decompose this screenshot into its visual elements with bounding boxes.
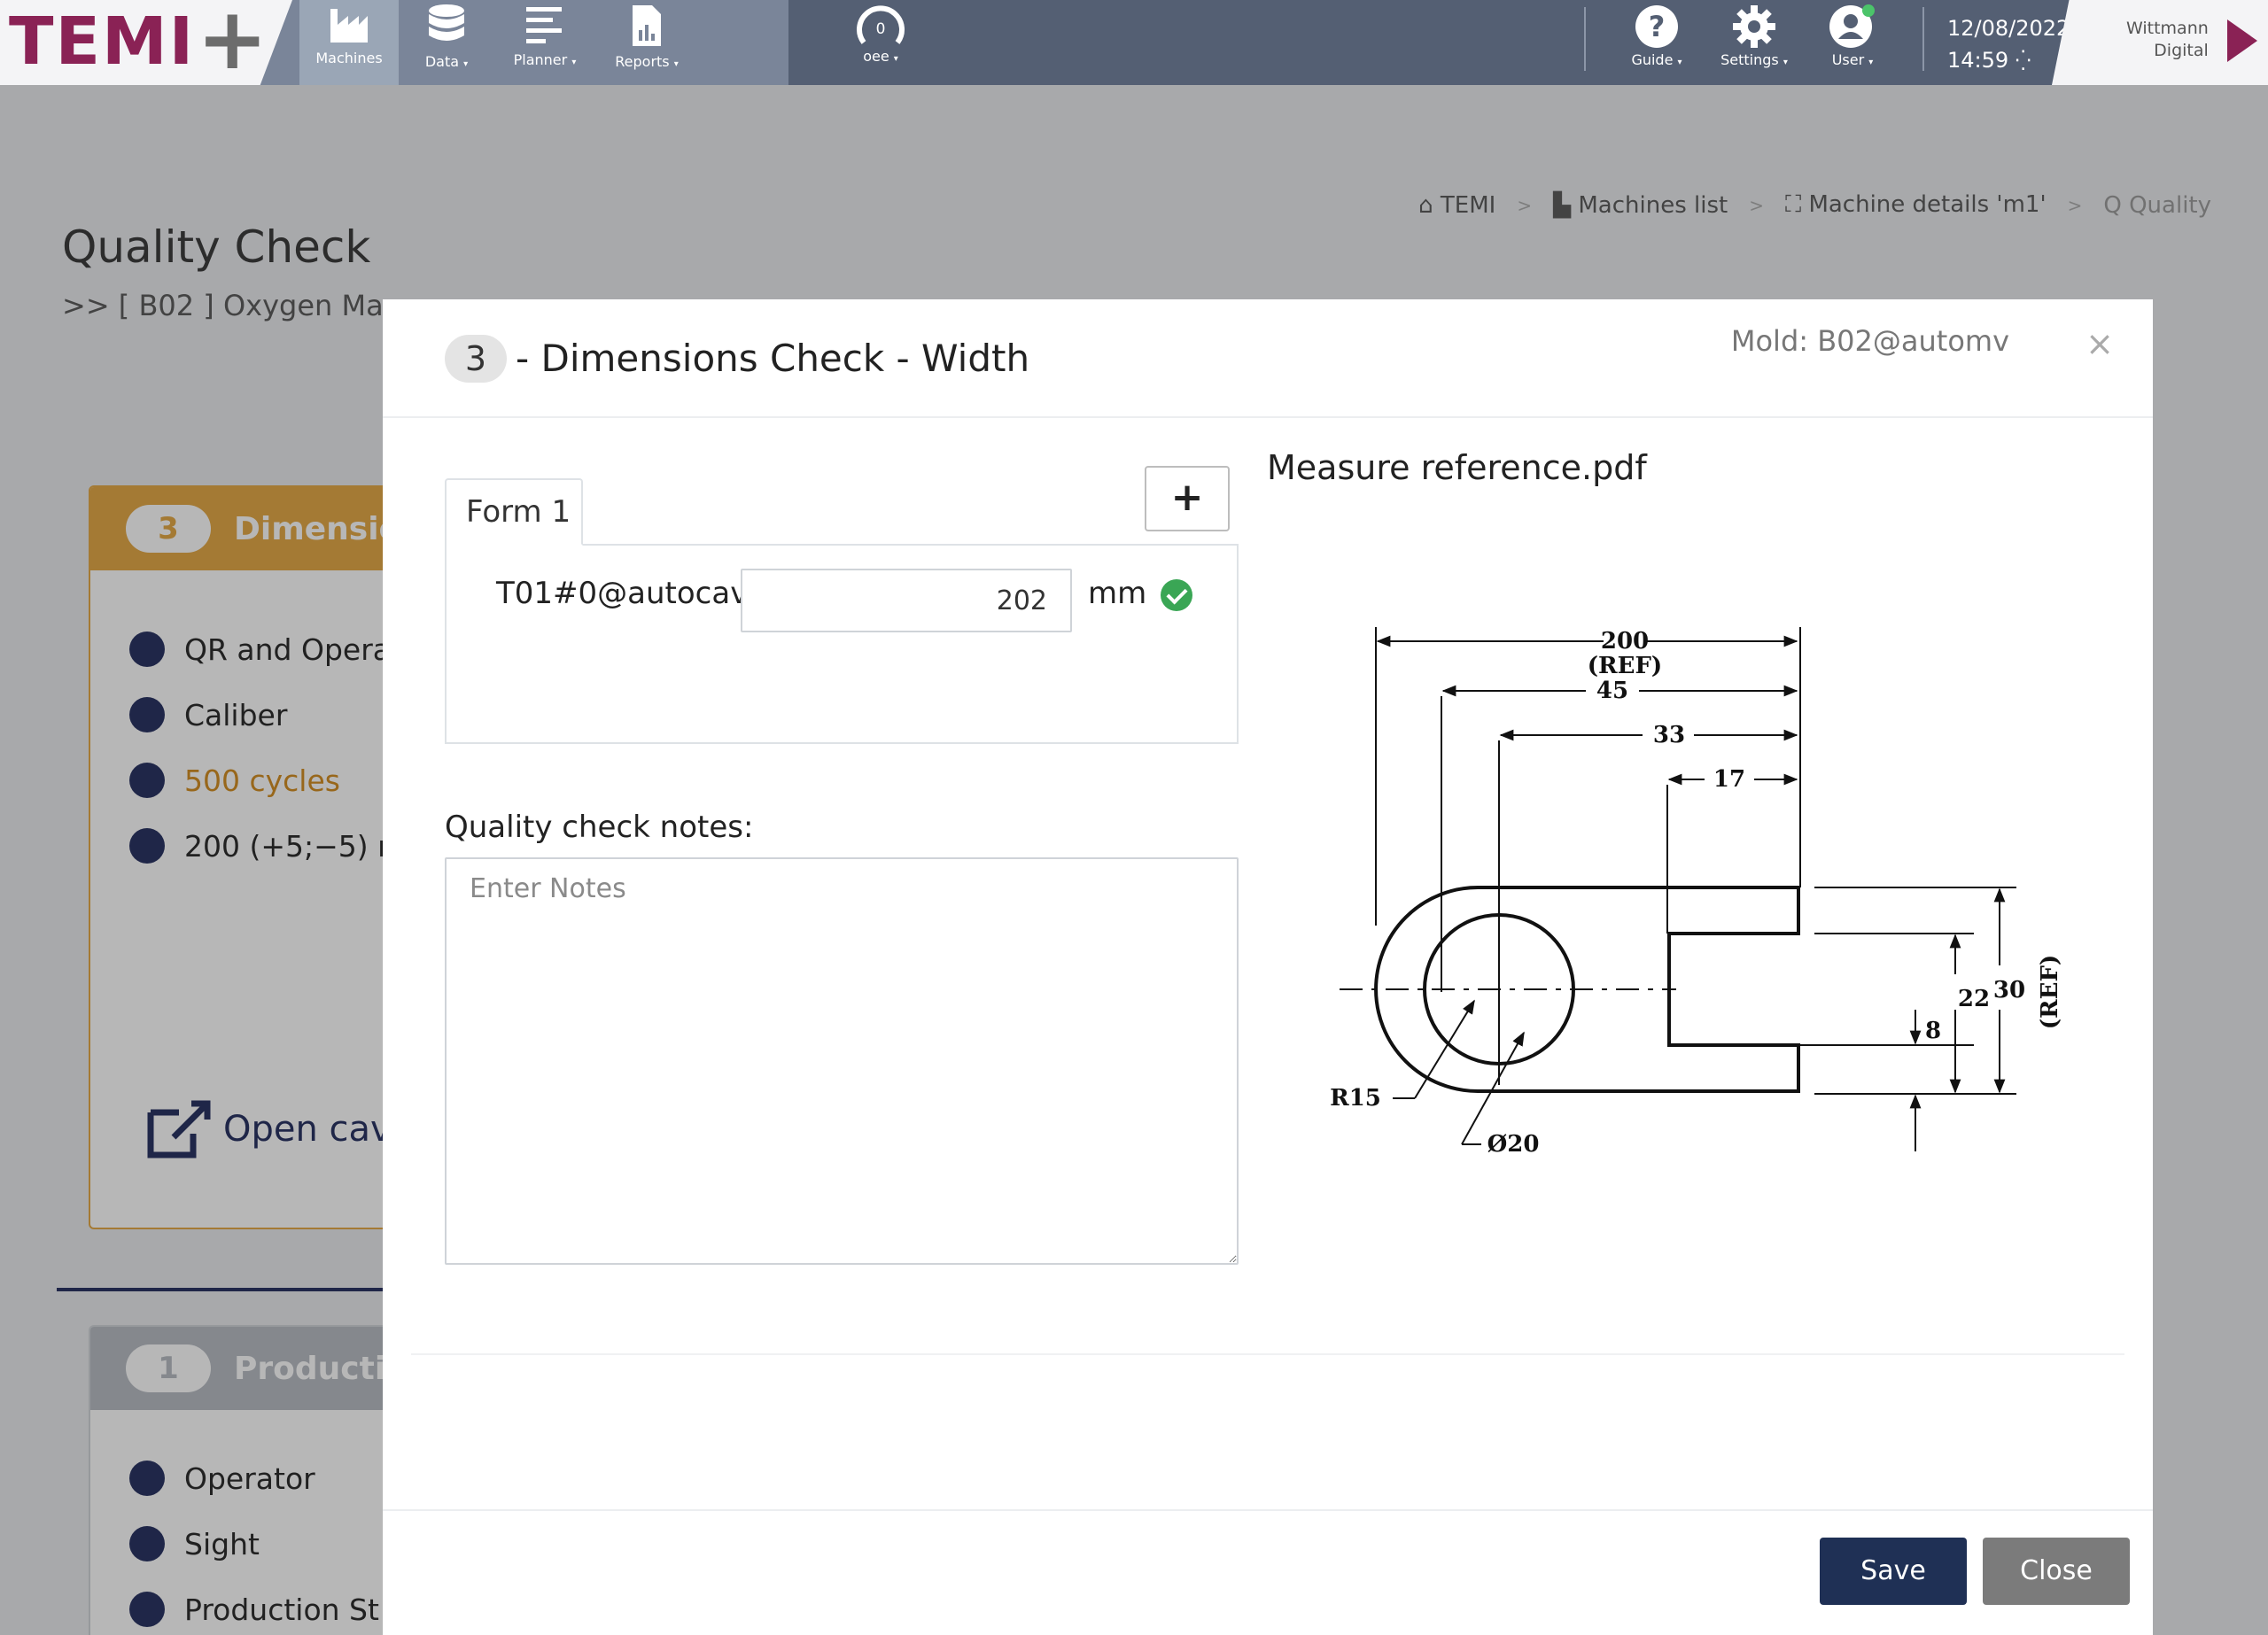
wittmann-text: Wittmann Digital: [2126, 18, 2209, 62]
report-file-icon: [633, 5, 661, 46]
measure-reference-drawing: 200 (REF) 45 33 17 30 22 8 R15 Ø20 (REF): [1330, 627, 2063, 1158]
datetime-display: 12/08/2022 14:59 ⁛: [1947, 12, 2070, 78]
nav-data[interactable]: Data ▾: [408, 0, 485, 85]
dim-45: 45: [1596, 678, 1628, 704]
nav-data-label: Data: [424, 53, 460, 70]
navbar-divider: [1584, 7, 1586, 71]
notes-label: Quality check notes:: [445, 810, 754, 845]
cavity-field-label: T01#0@autocav: [496, 576, 749, 611]
footer-divider: [383, 1509, 2153, 1511]
dim-dia20: Ø20: [1487, 1131, 1540, 1158]
oee-gauge-icon: 0: [857, 5, 905, 44]
dim-17: 17: [1713, 766, 1745, 793]
nav-user-label: User: [1831, 51, 1865, 68]
save-button[interactable]: Save: [1820, 1538, 1967, 1605]
nav-planner-label: Planner: [513, 51, 568, 68]
check-circle-icon: [1161, 579, 1192, 611]
logo-plus-icon: +: [197, 0, 268, 89]
close-icon[interactable]: ×: [2085, 326, 2114, 361]
nav-guide[interactable]: ? Guide ▾: [1623, 0, 1690, 85]
step-number-badge: 3: [445, 335, 507, 383]
form-tabs: Form 1 +: [445, 466, 1239, 546]
current-date: 12/08/2022: [1947, 16, 2070, 41]
nav-reports-label: Reports: [615, 53, 670, 70]
nav-reports[interactable]: Reports ▾: [604, 0, 689, 85]
pdf-title[interactable]: Measure reference.pdf: [1267, 448, 1647, 487]
caret-down-icon: ▾: [1783, 58, 1788, 67]
svg-text:?: ?: [1649, 10, 1666, 43]
wittmann-line1: Wittmann: [2126, 19, 2209, 38]
nav-planner[interactable]: Planner ▾: [503, 0, 586, 85]
nav-user[interactable]: User ▾: [1818, 0, 1887, 85]
tab-form-1[interactable]: Form 1: [445, 478, 583, 546]
modal-header: 3 - Dimensions Check - Width Mold: B02@a…: [383, 299, 2153, 418]
loading-spinner-icon: ⁛: [2015, 50, 2031, 73]
caret-down-icon: ▾: [673, 59, 679, 69]
dim-22: 22: [1958, 986, 1990, 1012]
mold-label: Mold: B02@automv: [1730, 324, 2009, 358]
nav-guide-label: Guide: [1631, 51, 1674, 68]
navbar-divider: [1922, 7, 1924, 71]
caret-down-icon: ▾: [1677, 58, 1682, 67]
measurement-input[interactable]: [741, 569, 1072, 632]
dim-200: 200: [1601, 628, 1649, 655]
form-panel: T01#0@autocav mm: [445, 544, 1239, 744]
notes-textarea[interactable]: [445, 857, 1239, 1265]
caret-down-icon: ▾: [1868, 58, 1874, 67]
caret-down-icon: ▾: [571, 58, 577, 67]
oee-value: 0: [876, 20, 886, 38]
wittmann-line2: Digital: [2154, 41, 2209, 60]
modal-title: - Dimensions Check - Width: [516, 337, 1030, 380]
top-navbar: TEMI + Machines Data ▾ Planner ▾ Reports…: [0, 0, 2268, 85]
planner-icon: [526, 7, 562, 43]
user-circle-icon: [1829, 4, 1875, 48]
dim-30: 30: [1993, 977, 2025, 1003]
dim-r15: R15: [1330, 1085, 1381, 1112]
nav-oee-label: oee: [863, 48, 889, 65]
nav-oee[interactable]: 0 oee ▾: [843, 0, 918, 85]
unit-label: mm: [1088, 576, 1147, 611]
nav-machines-label: Machines: [315, 50, 383, 66]
wittmann-digital-logo[interactable]: Wittmann Digital: [2052, 0, 2268, 85]
current-time: 14:59: [1947, 48, 2009, 73]
factory-icon: [330, 9, 368, 43]
dim-8: 8: [1925, 1018, 1941, 1044]
add-form-button[interactable]: +: [1145, 466, 1230, 531]
content-divider: [411, 1353, 2124, 1355]
dim-200-ref: (REF): [1588, 653, 1663, 679]
dim-30-ref: (REF): [2037, 955, 2063, 1030]
gear-icon: [1733, 5, 1775, 48]
help-circle-icon: ?: [1635, 5, 1678, 48]
close-button[interactable]: Close: [1983, 1538, 2130, 1605]
dim-33: 33: [1653, 722, 1685, 748]
play-logo-icon: [2227, 19, 2257, 62]
caret-down-icon: ▾: [463, 59, 469, 69]
nav-settings-label: Settings: [1720, 51, 1779, 68]
logo-text: TEMI: [9, 4, 196, 80]
temi-logo[interactable]: TEMI +: [0, 0, 292, 85]
online-status-dot: [1862, 4, 1875, 17]
caret-down-icon: ▾: [893, 54, 898, 64]
nav-machines[interactable]: Machines: [299, 0, 399, 85]
nav-settings[interactable]: Settings ▾: [1713, 0, 1795, 85]
database-icon: [429, 4, 464, 41]
dimensions-check-modal: 3 - Dimensions Check - Width Mold: B02@a…: [383, 299, 2153, 1635]
